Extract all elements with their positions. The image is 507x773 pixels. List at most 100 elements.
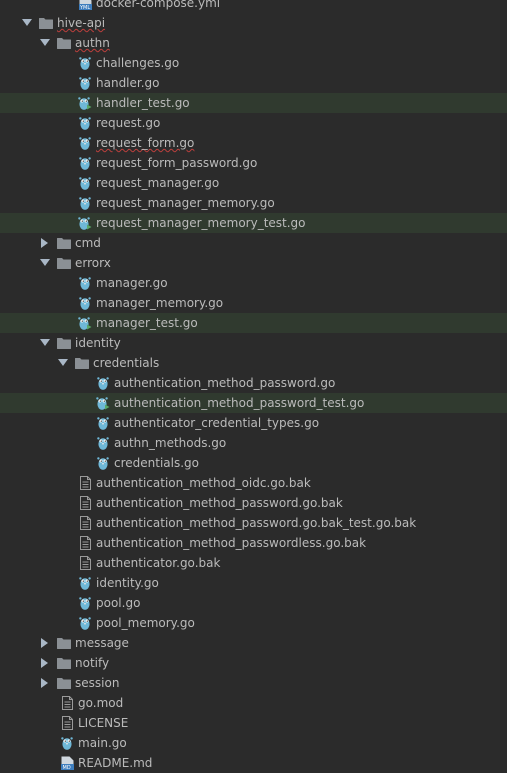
file-name: request_manager.go (96, 176, 220, 190)
go-file-icon (78, 596, 92, 610)
tree-file-row[interactable]: authenticator.go.bak (0, 553, 507, 573)
file-name: manager_memory.go (96, 296, 224, 310)
file-name: handler_test.go (96, 96, 190, 110)
tree-file-row[interactable]: manager_memory.go (0, 293, 507, 313)
tree-folder-row[interactable]: identity (0, 333, 507, 353)
text-file-icon (78, 556, 92, 570)
go-file-icon (78, 76, 92, 90)
tree-file-row[interactable]: authenticator_credential_types.go (0, 413, 507, 433)
tree-folder-row[interactable]: hive-api (0, 13, 507, 33)
file-name: manager_test.go (96, 316, 198, 330)
expand-arrow-down-icon[interactable] (21, 19, 33, 27)
file-name: authn_methods.go (114, 436, 227, 450)
tree-file-row[interactable]: manager_test.go (0, 313, 507, 333)
expand-arrow-down-icon[interactable] (39, 259, 51, 267)
folder-icon (57, 336, 71, 350)
tree-folder-row[interactable]: cmd (0, 233, 507, 253)
tree-file-row[interactable]: challenges.go (0, 53, 507, 73)
tree-folder-row[interactable]: message (0, 633, 507, 653)
tree-folder-row[interactable]: credentials (0, 353, 507, 373)
file-name: authentication_method_oidc.go.bak (96, 476, 311, 490)
file-name: pool_memory.go (96, 616, 195, 630)
svg-text:MD: MD (62, 765, 70, 770)
tree-file-row[interactable]: credentials.go (0, 453, 507, 473)
go-test-file-icon (78, 316, 92, 330)
text-file-icon (60, 696, 74, 710)
text-file-icon (78, 516, 92, 530)
tree-file-row[interactable]: LICENSE (0, 713, 507, 733)
project-tree: YML docker-compose.yml hive-api authn challe… (0, 0, 507, 772)
folder-icon (57, 636, 71, 650)
expand-arrow-down-icon[interactable] (57, 359, 69, 367)
tree-file-row[interactable]: request_manager.go (0, 173, 507, 193)
file-name: pool.go (96, 596, 141, 610)
tree-file-row[interactable]: authentication_method_passwordless.go.ba… (0, 533, 507, 553)
folder-name: errorx (75, 256, 111, 270)
collapse-arrow-right-icon[interactable] (39, 658, 51, 668)
folder-name: message (75, 636, 129, 650)
folder-icon (57, 256, 71, 270)
go-file-icon (78, 576, 92, 590)
file-name: identity.go (96, 576, 159, 590)
folder-name: cmd (75, 236, 101, 250)
file-name: docker-compose.yml (96, 0, 221, 10)
folder-icon (57, 676, 71, 690)
tree-file-row[interactable]: pool_memory.go (0, 613, 507, 633)
tree-file-row[interactable]: pool.go (0, 593, 507, 613)
tree-file-row[interactable]: handler_test.go (0, 93, 507, 113)
expand-arrow-down-icon[interactable] (39, 339, 51, 347)
file-name: request_manager_memory.go (96, 196, 275, 210)
svg-text:YML: YML (79, 5, 90, 10)
tree-file-row[interactable]: main.go (0, 733, 507, 753)
yaml-file-icon: YML (78, 0, 92, 10)
text-file-icon (60, 716, 74, 730)
tree-file-row[interactable]: authn_methods.go (0, 433, 507, 453)
tree-file-row[interactable]: request_form_password.go (0, 153, 507, 173)
tree-file-row[interactable]: request.go (0, 113, 507, 133)
go-file-icon (78, 616, 92, 630)
tree-folder-row[interactable]: session (0, 673, 507, 693)
tree-folder-row[interactable]: errorx (0, 253, 507, 273)
file-name: authentication_method_passwordless.go.ba… (96, 536, 367, 550)
folder-name: notify (75, 656, 110, 670)
file-name: LICENSE (78, 716, 129, 730)
markdown-file-icon: MD (60, 756, 74, 770)
tree-file-row[interactable]: YML docker-compose.yml (0, 0, 507, 13)
file-name: authentication_method_password.go.bak_te… (96, 516, 417, 530)
collapse-arrow-right-icon[interactable] (39, 638, 51, 648)
file-name: request_manager_memory_test.go (96, 216, 306, 230)
tree-file-row[interactable]: authentication_method_oidc.go.bak (0, 473, 507, 493)
go-file-icon (96, 376, 110, 390)
collapse-arrow-right-icon[interactable] (39, 238, 51, 248)
tree-file-row[interactable]: authentication_method_password.go.bak_te… (0, 513, 507, 533)
go-file-icon (78, 196, 92, 210)
file-name: authentication_method_password.go.bak (96, 496, 343, 510)
tree-file-row[interactable]: identity.go (0, 573, 507, 593)
folder-icon (57, 36, 71, 50)
file-name: credentials.go (114, 456, 200, 470)
folder-name: authn (75, 36, 110, 50)
go-file-icon (78, 116, 92, 130)
go-file-icon (96, 456, 110, 470)
tree-file-row[interactable]: handler.go (0, 73, 507, 93)
text-file-icon (78, 536, 92, 550)
tree-file-row[interactable]: manager.go (0, 273, 507, 293)
tree-file-row[interactable]: request_manager_memory_test.go (0, 213, 507, 233)
tree-file-row[interactable]: authentication_method_password.go.bak (0, 493, 507, 513)
tree-file-row[interactable]: request_form.go (0, 133, 507, 153)
collapse-arrow-right-icon[interactable] (39, 678, 51, 688)
tree-file-row[interactable]: go.mod (0, 693, 507, 713)
tree-file-row[interactable]: authentication_method_password.go (0, 373, 507, 393)
tree-folder-row[interactable]: authn (0, 33, 507, 53)
file-name: README.md (78, 756, 153, 770)
file-name: authentication_method_password.go (114, 376, 336, 390)
tree-file-row[interactable]: request_manager_memory.go (0, 193, 507, 213)
expand-arrow-down-icon[interactable] (39, 39, 51, 47)
file-name: go.mod (78, 696, 124, 710)
tree-folder-row[interactable]: notify (0, 653, 507, 673)
go-file-icon (78, 56, 92, 70)
file-name: manager.go (96, 276, 168, 290)
tree-file-row[interactable]: MD README.md (0, 753, 507, 773)
folder-name: identity (75, 336, 121, 350)
tree-file-row[interactable]: authentication_method_password_test.go (0, 393, 507, 413)
